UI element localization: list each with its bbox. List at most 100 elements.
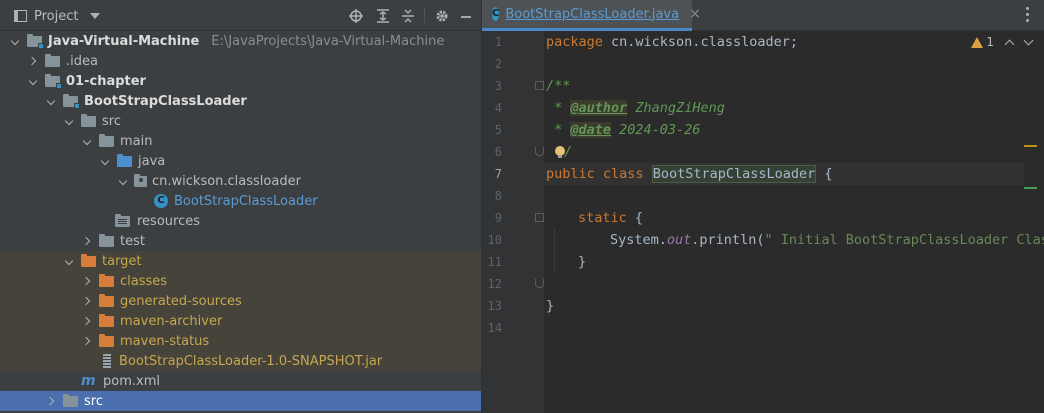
project-panel-header: Project (0, 0, 481, 31)
excluded-folder-icon (99, 314, 115, 328)
line-number: 10 (487, 233, 502, 247)
more-options-icon[interactable] (1026, 7, 1030, 23)
code-line-9: static { (578, 210, 644, 226)
chevron-right-icon[interactable] (28, 55, 40, 67)
code-line-3: /** (546, 78, 571, 94)
tree-item-label: BootStrapClassLoader (174, 193, 318, 209)
tree-item-package[interactable]: cn.wickson.classloader (0, 171, 481, 191)
line-number-current: 7 (494, 167, 502, 181)
chevron-right-icon[interactable] (46, 395, 58, 407)
tree-item-src-selected[interactable]: src (0, 391, 481, 411)
tree-item-label: cn.wickson.classloader (152, 173, 301, 189)
line-number: 6 (494, 145, 502, 159)
tree-item-01-chapter[interactable]: 01-chapter (0, 71, 481, 91)
code-area[interactable]: package cn.wickson.classloader; /** * @a… (544, 31, 1044, 413)
chevron-right-icon[interactable] (82, 335, 94, 347)
tree-item-java[interactable]: java (0, 151, 481, 171)
header-divider (424, 8, 425, 23)
tree-item-module[interactable]: BootStrapClassLoader (0, 91, 481, 111)
chevron-right-icon[interactable] (82, 295, 94, 307)
tree-item-class[interactable]: C BootStrapClassLoader (0, 191, 481, 211)
tree-item-label: BootStrapClassLoader (84, 93, 247, 109)
close-icon[interactable]: × (689, 6, 701, 22)
editor-tab-label: BootStrapClassLoader.java (505, 6, 680, 22)
tree-item-label: classes (120, 273, 168, 289)
change-stripe-marker[interactable] (1024, 187, 1037, 189)
module-folder-icon (45, 74, 62, 89)
excluded-folder-icon (99, 294, 115, 308)
tree-item-target[interactable]: target (0, 251, 481, 271)
module-folder-icon (63, 94, 80, 109)
tree-item-classes[interactable]: classes (0, 271, 481, 291)
tree-item-label: src (102, 113, 121, 129)
minimize-icon[interactable] (456, 0, 476, 31)
tree-item-main[interactable]: main (0, 131, 481, 151)
excluded-folder-icon (99, 274, 115, 288)
inspection-widget[interactable]: 1 (971, 33, 1034, 51)
collapse-all-icon[interactable] (398, 0, 418, 31)
warning-stripe-marker[interactable] (1024, 145, 1037, 147)
class-icon: C (492, 7, 500, 21)
gear-icon[interactable] (432, 0, 452, 31)
excluded-folder-icon (99, 334, 115, 348)
project-tool-window: Project Java-Virtual-Machine E:\JavaProj… (0, 0, 481, 413)
code-line-5: * @date 2024-03-26 (546, 122, 701, 138)
tree-item-maven-status[interactable]: maven-status (0, 331, 481, 351)
tree-item-src[interactable]: src (0, 111, 481, 131)
line-number: 5 (494, 123, 502, 137)
excluded-folder-icon (81, 254, 97, 268)
module-folder-icon (27, 34, 44, 49)
folder-icon (99, 234, 115, 248)
tree-item-pom[interactable]: m pom.xml (0, 371, 481, 391)
tree-item-label: main (120, 133, 153, 149)
tree-item-label: maven-archiver (120, 313, 223, 329)
chevron-down-icon[interactable] (28, 75, 40, 87)
tree-item-label: target (102, 253, 142, 269)
tree-item-path: E:\JavaProjects\Java-Virtual-Machine (211, 33, 445, 49)
tree-item-test[interactable]: test (0, 231, 481, 251)
folder-icon (81, 114, 97, 128)
project-panel-icon (14, 10, 27, 22)
tree-item-resources[interactable]: resources (0, 211, 481, 231)
tree-item-jar[interactable]: BootStrapClassLoader-1.0-SNAPSHOT.jar (0, 351, 481, 371)
tree-item-label: 01-chapter (66, 73, 146, 89)
chevron-down-icon[interactable] (1023, 35, 1034, 46)
line-number: 9 (494, 211, 502, 225)
chevron-down-icon[interactable] (118, 175, 130, 187)
crosshair-icon[interactable] (346, 0, 366, 31)
line-number: 11 (487, 255, 502, 269)
chevron-up-icon[interactable] (1004, 39, 1015, 49)
chevron-down-icon[interactable] (82, 135, 94, 147)
chevron-down-icon[interactable] (10, 35, 22, 47)
tree-item-generated-sources[interactable]: generated-sources (0, 291, 481, 311)
tree-item-label: .idea (66, 53, 98, 69)
chevron-down-icon[interactable] (64, 115, 76, 127)
chevron-down-icon[interactable] (64, 255, 76, 267)
tree-item-root[interactable]: Java-Virtual-Machine E:\JavaProjects\Jav… (0, 31, 481, 51)
line-number: 3 (494, 79, 502, 93)
chevron-down-icon[interactable] (46, 95, 58, 107)
expand-all-icon[interactable] (373, 0, 393, 31)
tree-item-idea[interactable]: .idea (0, 51, 481, 71)
fold-marker[interactable] (535, 147, 544, 156)
chevron-right-icon[interactable] (82, 275, 94, 287)
fold-marker[interactable] (535, 279, 544, 288)
line-number: 2 (494, 57, 502, 71)
code-line-10: System.out.println(" Initial BootStrapCl… (610, 232, 1044, 248)
code-line-11: } (578, 254, 587, 270)
tree-item-label: generated-sources (120, 293, 242, 309)
fold-marker[interactable] (535, 213, 544, 222)
jar-icon (99, 354, 111, 368)
editor-tab[interactable]: C BootStrapClassLoader.java × (482, 0, 701, 31)
folder-icon (63, 394, 79, 408)
chevron-down-icon[interactable] (90, 13, 101, 19)
code-line-6: / (564, 144, 573, 160)
chevron-down-icon[interactable] (100, 155, 112, 167)
chevron-right-icon[interactable] (82, 235, 94, 247)
chevron-right-icon[interactable] (82, 315, 94, 327)
fold-marker[interactable] (535, 81, 544, 90)
line-number: 14 (487, 321, 502, 335)
tree-item-maven-archiver[interactable]: maven-archiver (0, 311, 481, 331)
project-view-selector[interactable]: Project (14, 8, 101, 24)
code-line-13: } (546, 298, 555, 314)
